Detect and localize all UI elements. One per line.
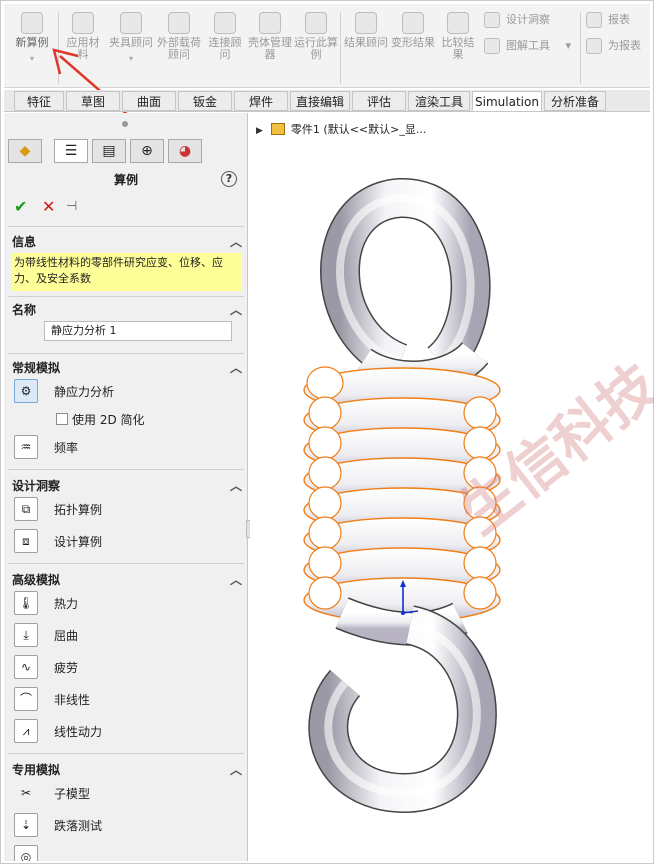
thermal-icon: 🌡 — [14, 591, 38, 615]
manager-tabs: ◆ ☰ ▤ ⊕ ◕ — [8, 139, 244, 165]
study-name-input[interactable]: 静应力分析 1 — [44, 321, 232, 341]
tab-surfaces[interactable]: 曲面 — [122, 91, 176, 111]
connections-icon — [214, 12, 236, 34]
tab-features[interactable]: 特征 — [14, 91, 64, 111]
linear-dynamic-icon: ⩘ — [14, 719, 38, 743]
general-simulation-header[interactable]: 常规模拟 ︿ — [12, 359, 244, 377]
info-message: 为带线性材料的零部件研究应变、位移、应力、及安全系数 — [12, 253, 242, 291]
design-insight-button[interactable]: 设计洞察 — [482, 10, 550, 30]
special-simulation-header[interactable]: 专用模拟 ︿ — [12, 761, 244, 779]
tab-analysis-prep[interactable]: 分析准备 — [544, 91, 606, 111]
dimxpert-manager-tab[interactable]: ⊕ — [130, 139, 164, 163]
spring-model — [303, 178, 501, 814]
use-2d-simplification-label: 使用 2D 简化 — [72, 413, 145, 427]
buckling-icon: ⤓ — [14, 623, 38, 647]
new-study-icon — [21, 12, 43, 34]
drop-test-icon: ⇣ — [14, 813, 38, 837]
dropdown-arrow-icon[interactable]: ▾ — [566, 39, 572, 52]
nonlinear-icon: ⌒ — [14, 687, 38, 711]
tab-simulation[interactable]: Simulation — [472, 91, 542, 111]
command-manager-tabs: 特征 草图 曲面 钣金 焊件 直接编辑 评估 渲染工具 Simulation 分… — [4, 90, 650, 112]
crosshair-icon: ⊕ — [141, 143, 153, 159]
shell-manager-button[interactable]: 壳体管理器 — [248, 10, 292, 84]
configuration-manager-tab[interactable]: ▤ — [92, 139, 126, 163]
feature-manager-tab[interactable]: ◆ — [8, 139, 42, 163]
name-section-header[interactable]: 名称 ︿ — [12, 301, 244, 319]
apply-material-icon — [72, 12, 94, 34]
ribbon-separator — [340, 12, 341, 84]
compare-results-button[interactable]: 比较结果 — [438, 10, 478, 84]
info-section-header[interactable]: 信息 ︿ — [12, 233, 244, 251]
section-divider — [8, 296, 244, 297]
collapse-chevron-icon[interactable]: ︿ — [230, 233, 242, 250]
tab-render-tools[interactable]: 渲染工具 — [408, 91, 470, 111]
top-hook — [320, 178, 491, 395]
connections-advisor-button[interactable]: 连接顾问 — [204, 10, 246, 84]
collapse-chevron-icon[interactable]: ︿ — [230, 359, 242, 376]
panel-grip-handle[interactable] — [122, 121, 128, 127]
part-icon: ◆ — [19, 143, 31, 159]
graphics-area[interactable]: ▶ 零件1 (默认<<默认>_显... 生信科技 — [250, 113, 654, 861]
pressure-vessel-icon: ◎ — [14, 845, 38, 861]
property-list-icon: ☰ — [64, 143, 78, 159]
help-icon[interactable]: ? — [221, 171, 237, 187]
display-pie-icon: ◕ — [178, 143, 192, 159]
run-study-icon — [305, 12, 327, 34]
tab-direct-editing[interactable]: 直接编辑 — [290, 91, 350, 111]
section-divider — [8, 353, 244, 354]
collapse-chevron-icon[interactable]: ︿ — [230, 571, 242, 588]
results-advisor-button[interactable]: 结果顾问 — [344, 10, 388, 84]
property-manager-tab[interactable]: ☰ — [54, 139, 88, 163]
include-in-report-button[interactable]: 为报表 — [584, 36, 641, 56]
design-study-icon: ⧈ — [14, 529, 38, 553]
collapse-chevron-icon[interactable]: ︿ — [230, 477, 242, 494]
section-divider — [8, 226, 244, 227]
frequency-icon: ♒ — [14, 435, 38, 459]
scissors-icon: ✂ — [20, 786, 32, 800]
run-study-button[interactable]: 运行此算例 — [294, 10, 338, 84]
report-icon — [586, 12, 602, 28]
section-divider — [8, 753, 244, 754]
section-divider — [8, 563, 244, 564]
plot-tools-button[interactable]: 图解工具 ▾ — [482, 36, 571, 56]
collapse-chevron-icon[interactable]: ︿ — [230, 301, 242, 318]
tab-weldments[interactable]: 焊件 — [234, 91, 288, 111]
ok-button[interactable]: ✔ — [14, 197, 27, 216]
tab-sketch[interactable]: 草图 — [66, 91, 120, 111]
topology-icon: ⧉ — [14, 497, 38, 521]
design-insight-header[interactable]: 设计洞察 ︿ — [12, 477, 244, 495]
ribbon-separator — [580, 12, 581, 84]
collapse-chevron-icon[interactable]: ︿ — [230, 761, 242, 778]
panel-title: 算例 — [113, 173, 138, 187]
results-advisor-icon — [355, 12, 377, 34]
shell-manager-icon — [259, 12, 281, 34]
fixtures-icon — [120, 12, 142, 34]
advanced-simulation-header[interactable]: 高级模拟 ︿ — [12, 571, 244, 589]
cancel-button[interactable]: ✕ — [42, 197, 55, 216]
design-insight-icon — [484, 12, 500, 28]
configuration-icon: ▤ — [102, 143, 116, 159]
use-2d-simplification-checkbox[interactable] — [56, 413, 68, 425]
report-button[interactable]: 报表 — [584, 10, 630, 30]
plot-tools-icon — [484, 38, 500, 54]
bottom-hook — [308, 597, 497, 814]
deformed-result-button[interactable]: 变形结果 — [390, 10, 436, 84]
display-manager-tab[interactable]: ◕ — [168, 139, 202, 163]
property-manager-panel: ◆ ☰ ▤ ⊕ ◕ 算例 ? ✔ ✕ ⊣ 信息 ︿ 为带线性材料的零部件研究应变… — [4, 113, 248, 861]
include-report-icon — [586, 38, 602, 54]
deformed-result-icon — [402, 12, 424, 34]
tab-evaluate[interactable]: 评估 — [352, 91, 406, 111]
external-loads-icon — [168, 12, 190, 34]
section-divider — [8, 469, 244, 470]
pin-button[interactable]: ⊣ — [66, 199, 77, 214]
compare-results-icon — [447, 12, 469, 34]
tab-sheet-metal[interactable]: 钣金 — [178, 91, 232, 111]
fatigue-icon: ∿ — [14, 655, 38, 679]
static-study-icon: ⚙ — [14, 379, 38, 403]
